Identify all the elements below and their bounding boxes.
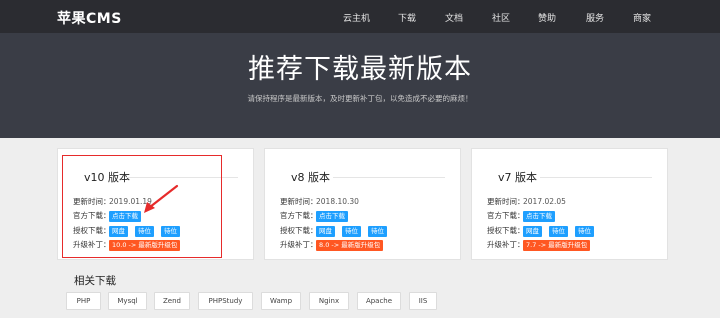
nav-item-community[interactable]: 社区: [492, 11, 510, 24]
official-download-row: 官方下载： 点击下载: [487, 210, 562, 222]
mirror-button-netdisk[interactable]: 网盘: [523, 225, 542, 237]
card-divider: [333, 177, 445, 178]
card-title: v7 版本: [498, 171, 538, 184]
hero-title: 推荐下载最新版本: [248, 54, 472, 85]
official-download-button[interactable]: 点击下载: [316, 210, 348, 222]
tag-wamp[interactable]: Wamp: [261, 292, 301, 310]
top-navbar: 苹果CMS 云主机 下载 文档 社区 赞助 服务 商家: [0, 0, 720, 33]
nav-item-merchant[interactable]: 商家: [633, 11, 651, 24]
nav-item-docs[interactable]: 文档: [445, 11, 463, 24]
official-download-button[interactable]: 点击下载: [523, 210, 555, 222]
update-date: 2017.02.05: [523, 197, 566, 206]
update-time-row: 更新时间：2018.10.30: [280, 196, 359, 208]
update-time-label: 更新时间：: [487, 197, 525, 206]
tag-apache[interactable]: Apache: [357, 292, 401, 310]
mirror-button-placeholder[interactable]: 待位: [342, 225, 361, 237]
mirror-button-placeholder[interactable]: 待位: [575, 225, 594, 237]
nav-item-download[interactable]: 下载: [398, 11, 416, 24]
official-download-row: 官方下载： 点击下载: [280, 210, 355, 222]
related-downloads-title: 相关下载: [74, 275, 116, 287]
update-time-label: 更新时间：: [280, 197, 318, 206]
update-date: 2018.10.30: [316, 197, 359, 206]
mirror-button-placeholder[interactable]: 待位: [549, 225, 568, 237]
hero-banner: 推荐下载最新版本 请保持程序是最新版本，及时更新补丁包，以免造成不必要的麻烦！: [0, 33, 720, 138]
card-title: v8 版本: [291, 171, 331, 184]
mirror-button-netdisk[interactable]: 网盘: [316, 225, 335, 237]
upgrade-patch-row: 升级补丁： 8.0 -> 最新版升级包: [280, 239, 384, 251]
upgrade-patch-row: 升级补丁： 7.7 -> 最新版升级包: [487, 239, 591, 251]
highlight-box: [62, 155, 222, 258]
tag-mysql[interactable]: Mysql: [108, 292, 147, 310]
authorized-download-label: 授权下载：: [280, 226, 318, 235]
upgrade-patch-label: 升级补丁：: [280, 240, 318, 249]
upgrade-patch-label: 升级补丁：: [487, 240, 525, 249]
update-time-row: 更新时间：2017.02.05: [487, 196, 566, 208]
official-download-label: 官方下载：: [280, 211, 318, 220]
hero-subtitle: 请保持程序是最新版本，及时更新补丁包，以免造成不必要的麻烦！: [247, 94, 473, 103]
authorized-download-row: 授权下载： 网盘 待位 待位: [487, 225, 601, 237]
tag-nginx[interactable]: Nginx: [309, 292, 349, 310]
tag-php[interactable]: PHP: [66, 292, 101, 310]
tag-phpstudy[interactable]: PHPStudy: [198, 292, 253, 310]
tag-iis[interactable]: IIS: [409, 292, 437, 310]
version-card-v7: v7 版本 更新时间：2017.02.05 官方下载： 点击下载 授权下载： 网盘待…: [471, 148, 668, 260]
mirror-button-placeholder[interactable]: 待位: [368, 225, 387, 237]
authorized-download-label: 授权下载：: [487, 226, 525, 235]
official-download-label: 官方下载：: [487, 211, 525, 220]
upgrade-patch-button[interactable]: 8.0 -> 最新版升级包: [316, 239, 384, 251]
nav-item-service[interactable]: 服务: [586, 11, 604, 24]
nav-item-sponsor[interactable]: 赞助: [538, 11, 556, 24]
nav-item-cloud-host[interactable]: 云主机: [343, 11, 370, 24]
card-divider: [540, 177, 652, 178]
upgrade-patch-button[interactable]: 7.7 -> 最新版升级包: [523, 239, 591, 251]
tag-zend[interactable]: Zend: [154, 292, 190, 310]
authorized-download-row: 授权下载： 网盘 待位 待位: [280, 225, 394, 237]
site-logo[interactable]: 苹果CMS: [57, 8, 122, 28]
version-card-v8: v8 版本 更新时间：2018.10.30 官方下载： 点击下载 授权下载： 网盘待…: [264, 148, 461, 260]
